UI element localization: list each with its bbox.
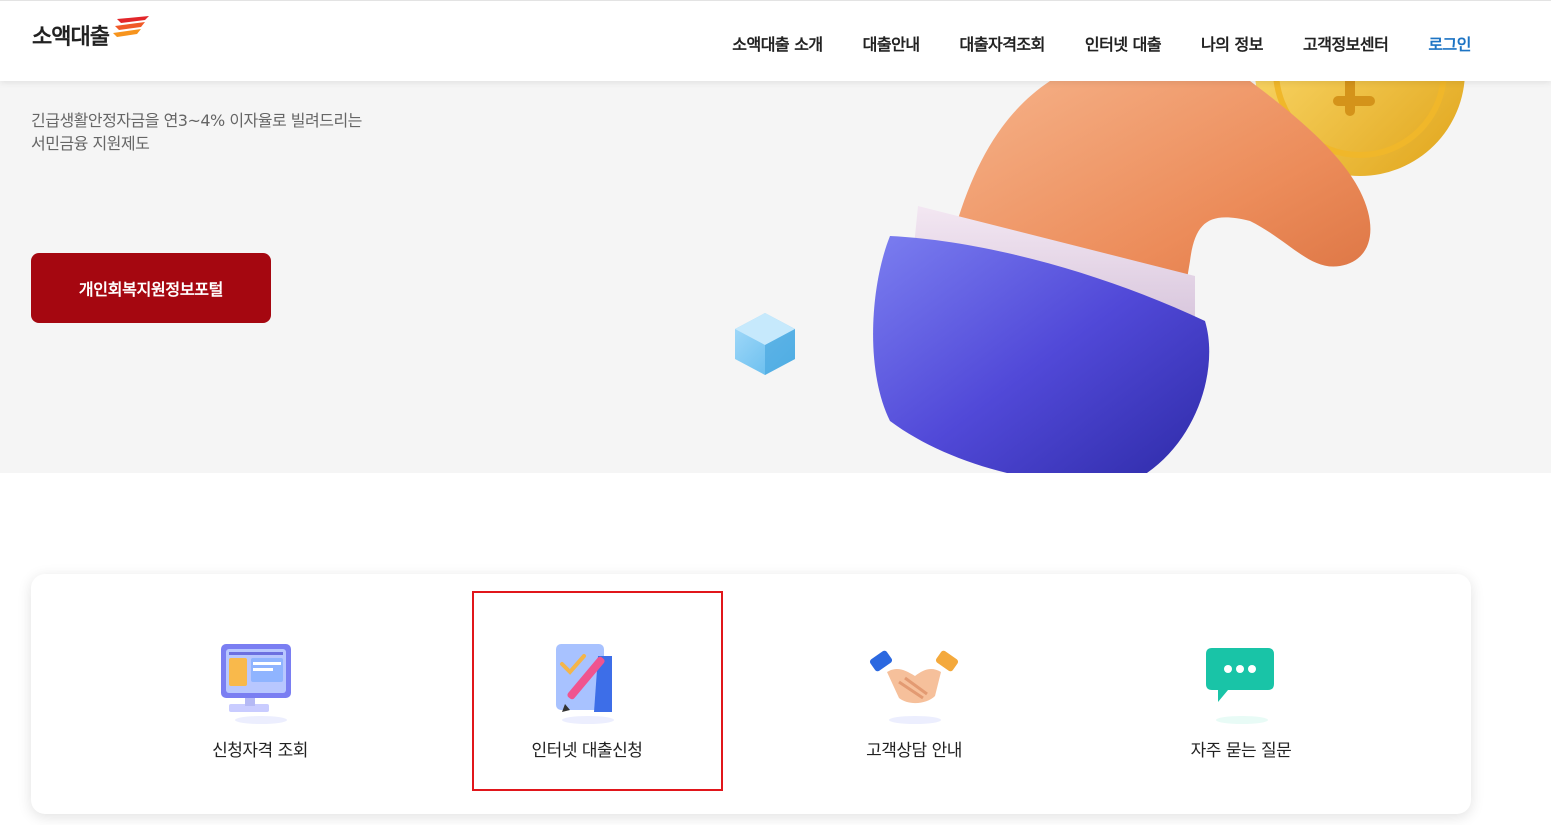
nav-item-customer-center[interactable]: 고객정보센터 bbox=[1303, 31, 1389, 55]
hero-description: 긴급생활안정자금을 연3~4% 이자율로 빌려드리는 서민금융 지원제도 bbox=[31, 109, 362, 155]
hand-coin-illustration bbox=[735, 81, 1465, 473]
logo-text: 소액대출 bbox=[32, 25, 110, 50]
hero-line-1: 긴급생활안정자금을 연3~4% 이자율로 빌려드리는 bbox=[31, 111, 362, 130]
hero-banner: 긴급생활안정자금을 연3~4% 이자율로 빌려드리는 서민금융 지원제도 개인회… bbox=[0, 81, 1551, 473]
nav-item-eligibility[interactable]: 대출자격조회 bbox=[960, 31, 1046, 55]
quick-item-internet-loan[interactable]: 인터넷 대출신청 bbox=[462, 574, 712, 814]
nav-item-my-info[interactable]: 나의 정보 bbox=[1201, 31, 1263, 55]
main-nav: 소액대출 소개 대출안내 대출자격조회 인터넷 대출 나의 정보 고객정보센터 … bbox=[692, 31, 1471, 55]
login-link[interactable]: 로그인 bbox=[1428, 31, 1471, 55]
site-logo[interactable]: 소액대출 bbox=[32, 16, 151, 51]
nav-item-internet-loan[interactable]: 인터넷 대출 bbox=[1085, 31, 1162, 55]
quick-label-consultation: 고객상담 안내 bbox=[866, 741, 962, 761]
quick-item-faq[interactable]: 자주 묻는 질문 bbox=[1116, 574, 1366, 814]
recovery-portal-button[interactable]: 개인회복지원정보포털 bbox=[31, 253, 271, 323]
handshake-icon bbox=[869, 650, 959, 724]
logo-stripes-icon bbox=[112, 16, 149, 37]
quick-menu: 신청자격 조회 인터넷 대출신청 고객상담 안내 자주 묻는 질문 bbox=[31, 574, 1471, 814]
chat-bubble-icon bbox=[1206, 648, 1274, 724]
monitor-icon bbox=[221, 644, 291, 724]
page: 소액대출 소액대출 소개 대출안내 대출자격조회 인터넷 대출 나의 정보 고객… bbox=[0, 0, 1551, 825]
quick-item-eligibility[interactable]: 신청자격 조회 bbox=[135, 574, 385, 814]
quick-label-internet-loan: 인터넷 대출신청 bbox=[531, 741, 643, 761]
quick-label-eligibility: 신청자격 조회 bbox=[212, 741, 308, 761]
nav-item-intro[interactable]: 소액대출 소개 bbox=[732, 31, 823, 55]
nav-item-loan-guide[interactable]: 대출안내 bbox=[863, 31, 920, 55]
hero-line-2: 서민금융 지원제도 bbox=[31, 134, 150, 153]
quick-label-faq: 자주 묻는 질문 bbox=[1190, 741, 1292, 761]
document-pen-icon bbox=[556, 644, 614, 724]
quick-item-consultation[interactable]: 고객상담 안내 bbox=[789, 574, 1039, 814]
site-header: 소액대출 소액대출 소개 대출안내 대출자격조회 인터넷 대출 나의 정보 고객… bbox=[0, 0, 1551, 81]
